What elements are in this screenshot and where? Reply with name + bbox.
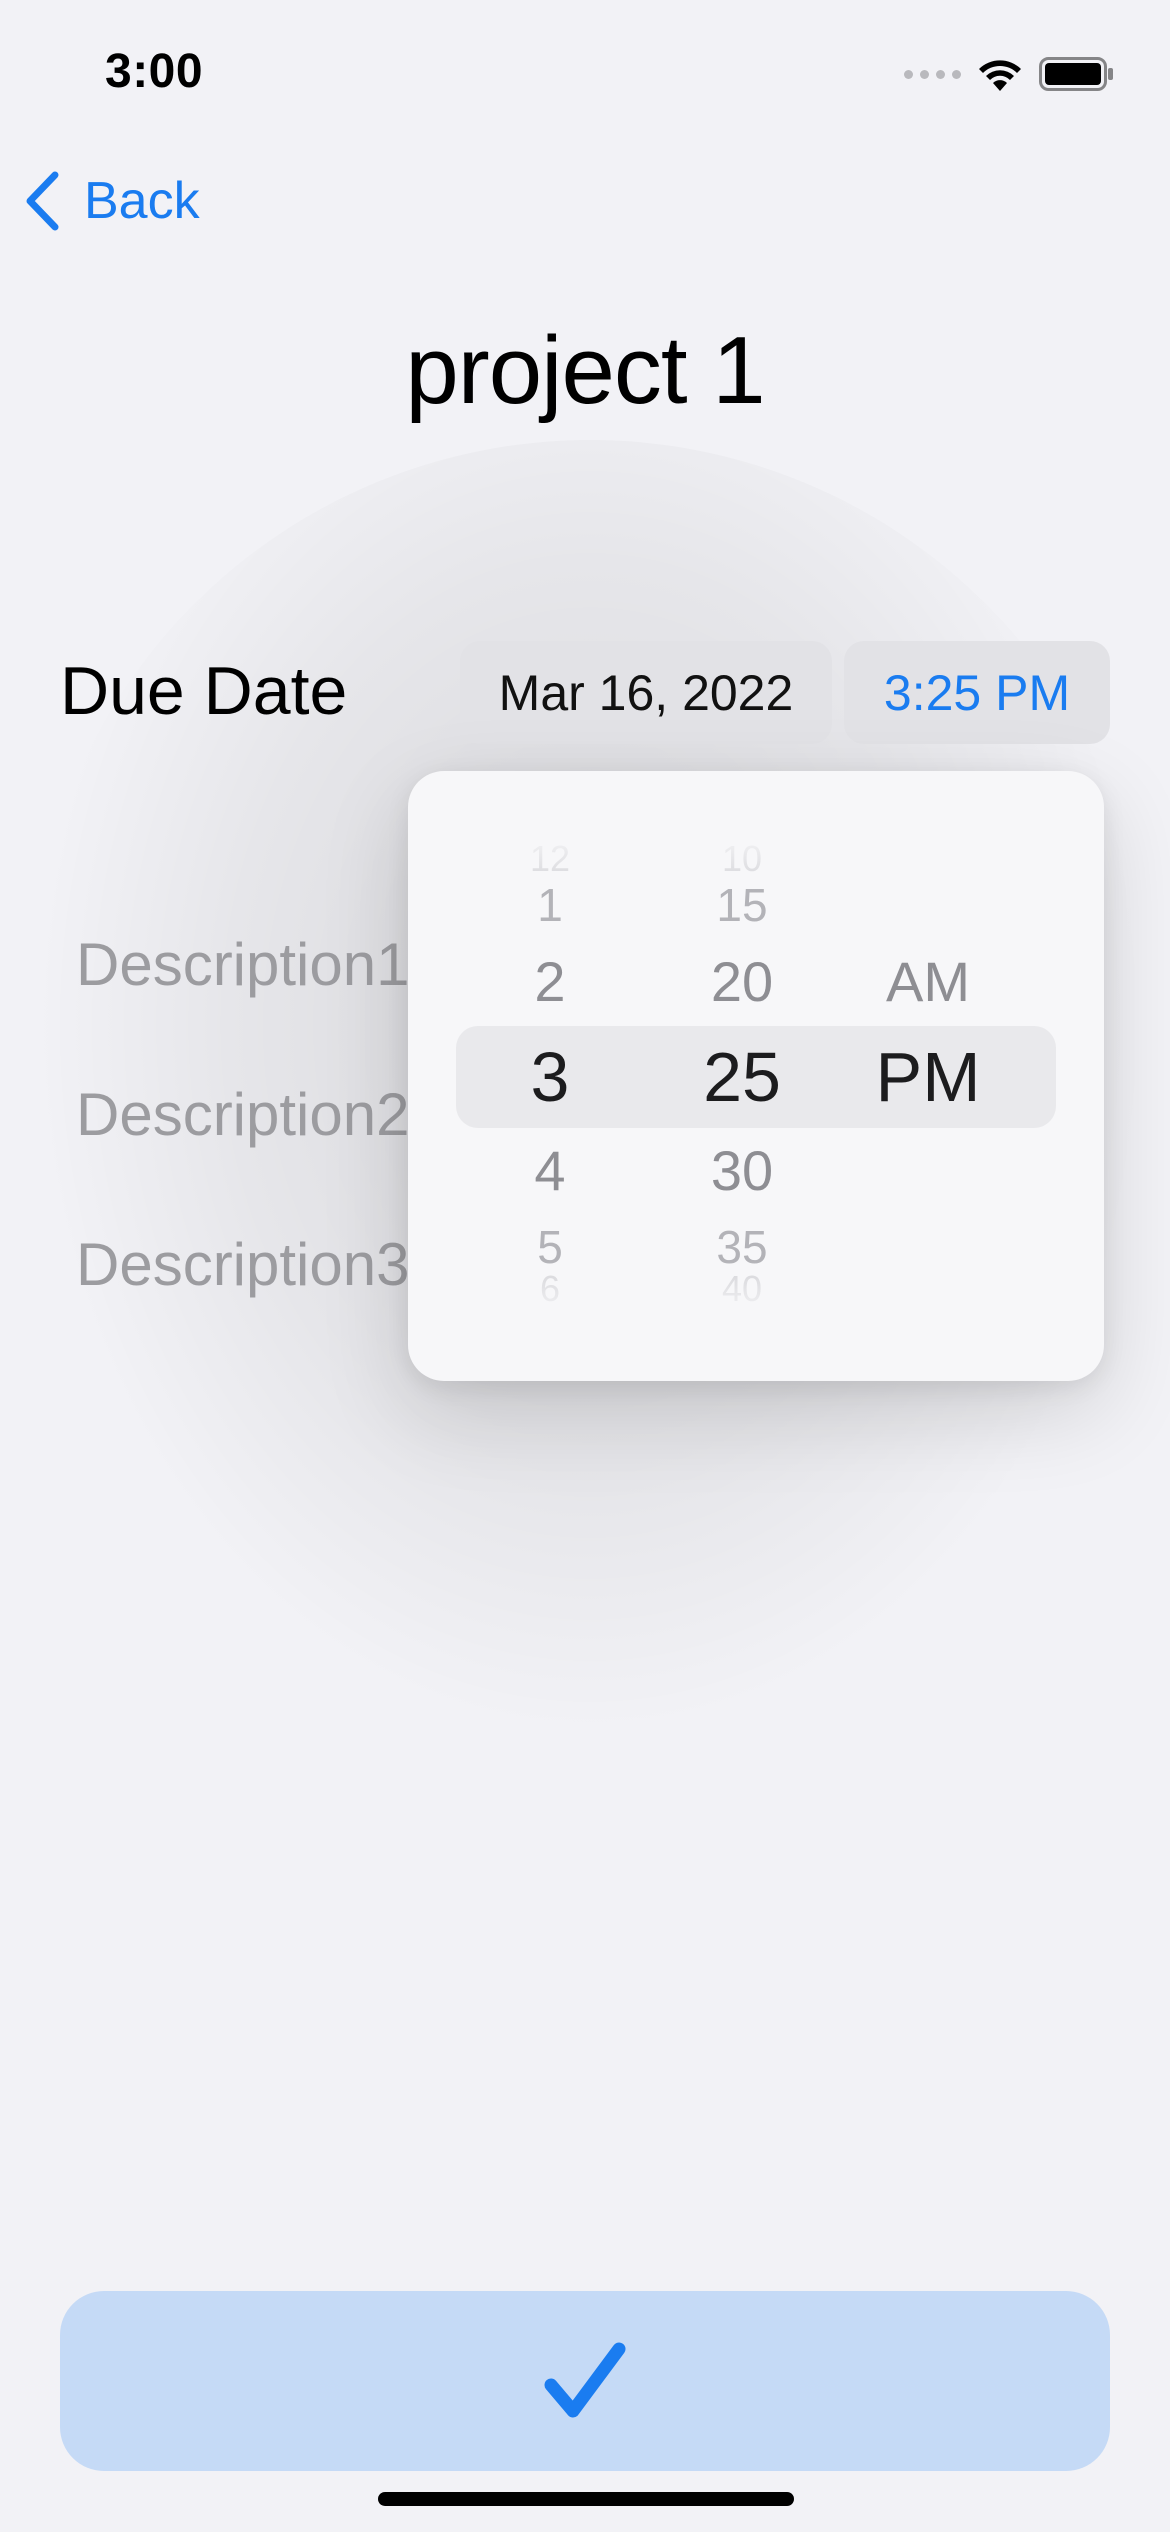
confirm-button[interactable] — [60, 2291, 1110, 2471]
status-time: 3:00 — [105, 45, 204, 98]
minute-option[interactable]: 30 — [711, 1143, 773, 1199]
battery-icon — [1039, 57, 1113, 91]
back-label: Back — [84, 172, 200, 230]
home-indicator[interactable] — [378, 2492, 794, 2506]
time-picker-popover: 12 1 2 3 4 5 6 10 15 20 25 30 35 40 AM P… — [408, 771, 1104, 1381]
wheel-fade-bottom — [408, 1261, 1104, 1321]
status-icons — [904, 52, 1115, 96]
wifi-icon — [979, 60, 1021, 91]
hour-option[interactable]: 2 — [534, 954, 565, 1010]
wheel-fade-top — [408, 831, 1104, 891]
description-field-1[interactable]: Description1 — [76, 930, 410, 999]
time-picker-button[interactable]: 3:25 PM — [844, 641, 1110, 744]
page-title: project 1 — [405, 317, 765, 424]
description-field-2[interactable]: Description2 — [76, 1080, 410, 1149]
due-date-label: Due Date — [60, 653, 348, 729]
minute-option[interactable]: 20 — [711, 954, 773, 1010]
date-picker-button[interactable]: Mar 16, 2022 — [460, 641, 832, 744]
description-field-3[interactable]: Description3 — [76, 1230, 410, 1299]
hour-selected[interactable]: 3 — [531, 1042, 570, 1112]
checkmark-icon — [544, 2342, 626, 2418]
signal-icon — [904, 69, 961, 79]
back-button[interactable]: Back — [22, 170, 200, 232]
hour-option[interactable]: 4 — [534, 1143, 565, 1199]
chevron-left-icon — [26, 171, 59, 231]
period-option-am[interactable]: AM — [886, 954, 970, 1010]
period-selected-pm[interactable]: PM — [876, 1042, 981, 1112]
minute-selected[interactable]: 25 — [703, 1042, 781, 1112]
